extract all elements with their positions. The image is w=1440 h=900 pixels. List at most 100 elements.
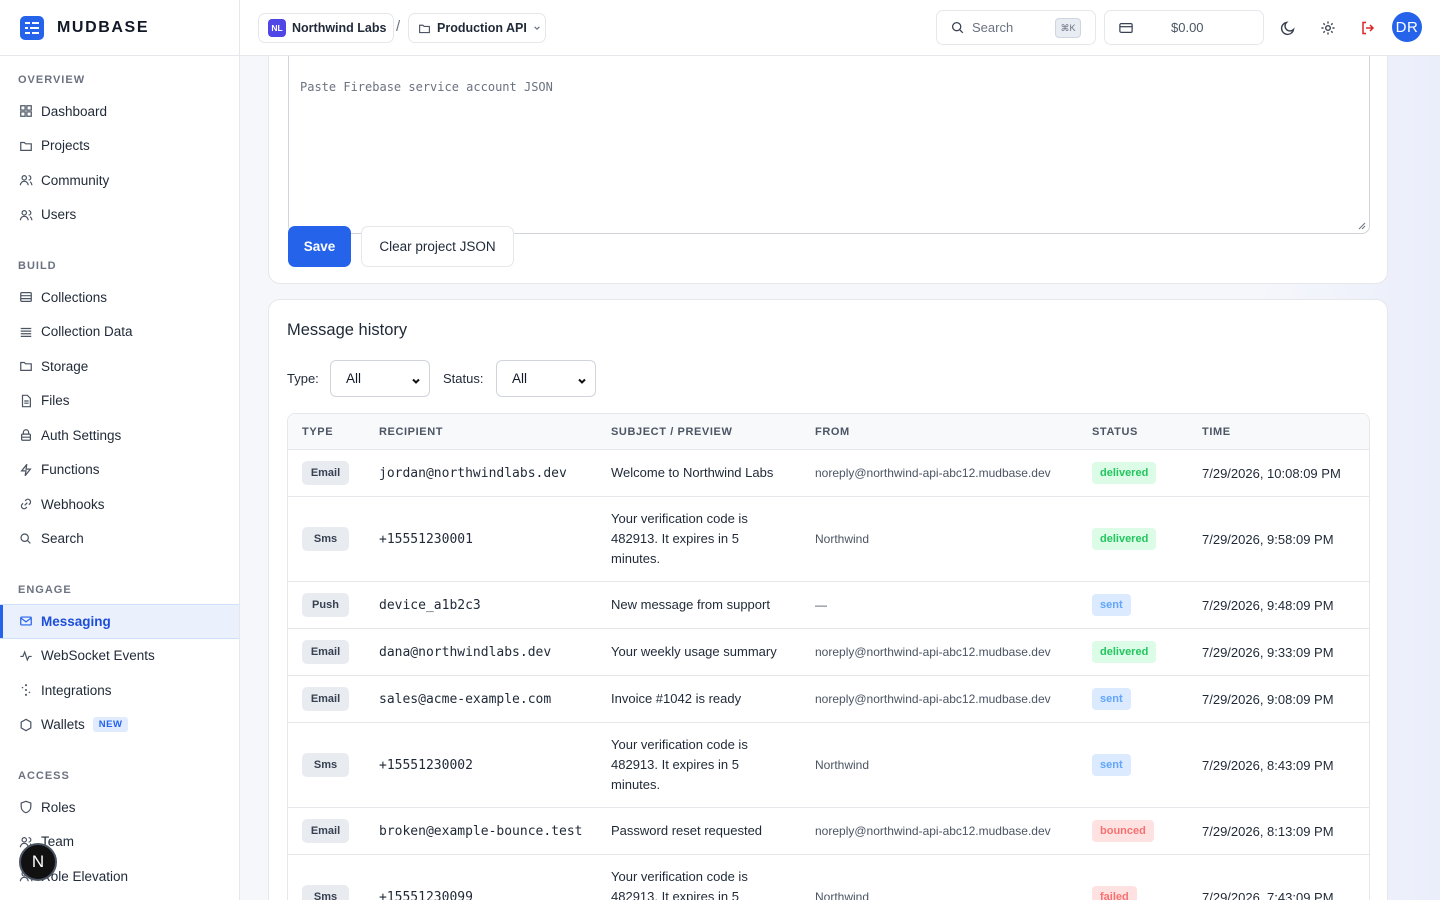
folder-icon — [418, 22, 431, 35]
save-button[interactable]: Save — [288, 226, 351, 267]
sidebar-item-collection-data[interactable]: Collection Data — [0, 315, 239, 350]
table-row[interactable]: Sms +15551230099 Your verification code is… — [288, 855, 1369, 900]
sidebar-item-dashboard[interactable]: Dashboard — [0, 94, 239, 129]
integrations-icon — [18, 683, 33, 698]
sidebar-item-api-keys[interactable]: API Keys — [0, 894, 239, 900]
search-icon — [951, 21, 964, 34]
project-name: Production API — [437, 21, 527, 35]
sidebar-item-wallets[interactable]: Wallets NEW — [0, 708, 239, 743]
status-badge-cell: delivered — [1092, 497, 1157, 581]
subject-preview-cell: Invoice #1042 is ready — [611, 676, 786, 722]
type-badge: Sms — [302, 753, 349, 777]
mail-icon — [18, 614, 33, 629]
sidebar-nav: OVERVIEW Dashboard Projects Community Users B… — [0, 56, 239, 900]
sidebar-item-roles[interactable]: Roles — [0, 790, 239, 825]
column-header: RECIPIENT — [379, 426, 444, 438]
timestamp: 7/29/2026, 9:58:09 PM — [1202, 531, 1334, 547]
recipient-cell: +15551230002 — [379, 723, 473, 807]
status-badge-cell: delivered — [1092, 629, 1157, 675]
hexagon-icon — [18, 717, 33, 732]
sidebar-item-files[interactable]: Files — [0, 384, 239, 419]
sidebar-item-label: Integrations — [41, 682, 112, 698]
topbar: NL Northwind Labs / Production API Searc… — [240, 0, 1440, 56]
status-badge-cell: sent — [1092, 723, 1131, 807]
search-icon — [18, 531, 33, 546]
table-row[interactable]: Sms +15551230002 Your verification code is… — [288, 723, 1369, 808]
sidebar-item-label: Storage — [41, 358, 89, 374]
users-icon — [18, 173, 33, 188]
type-filter-select[interactable]: All — [330, 360, 430, 397]
resize-handle-icon[interactable] — [1358, 222, 1366, 230]
users-icon — [18, 207, 33, 222]
timestamp: 7/29/2026, 8:43:09 PM — [1202, 757, 1334, 773]
sidebar-item-messaging[interactable]: Messaging — [0, 604, 239, 639]
column-header: TYPE — [302, 426, 334, 438]
recipient-cell: dana@northwindlabs.dev — [379, 629, 551, 675]
project-switcher[interactable]: Production API — [408, 13, 546, 43]
sidebar-item-projects[interactable]: Projects — [0, 129, 239, 164]
table-body: Email jordan@northwindlabs.dev Welcome to … — [288, 450, 1369, 900]
column-header: SUBJECT / PREVIEW — [611, 426, 733, 438]
message-history-table: TYPE RECIPIENT SUBJECT / PREVIEW FROM STATUS… — [287, 413, 1370, 900]
subject-preview-cell: Your verification code is 482913. It exp… — [611, 723, 786, 807]
table-row[interactable]: Email jordan@northwindlabs.dev Welcome to … — [288, 450, 1369, 497]
status-badge: delivered — [1092, 528, 1157, 550]
table-row[interactable]: Email sales@acme-example.com Invoice #1042… — [288, 676, 1369, 723]
column-header: STATUS — [1092, 426, 1138, 438]
subject-preview: Your verification code is 482913. It exp… — [611, 737, 748, 792]
status-filter-select[interactable]: All — [496, 360, 596, 397]
timestamp-cell: 7/29/2026, 9:33:09 PM — [1202, 629, 1334, 675]
recipient: device_a1b2c3 — [379, 597, 481, 613]
status-badge-cell: delivered — [1092, 450, 1157, 496]
recipient: broken@example-bounce.test — [379, 823, 583, 839]
from-address: Northwind — [815, 532, 870, 546]
gear-icon[interactable] — [1317, 17, 1339, 39]
service-account-json-textarea[interactable]: Paste Firebase service account JSON — [288, 56, 1370, 234]
from-address-cell: Northwind — [815, 855, 869, 900]
type-badge-cell: Email — [302, 450, 349, 496]
new-badge: NEW — [92, 717, 129, 733]
sidebar-item-auth-settings[interactable]: Auth Settings — [0, 418, 239, 453]
chevron-down-icon — [411, 374, 421, 389]
folder-icon — [18, 138, 33, 153]
credit-balance[interactable]: $0.00 — [1104, 10, 1264, 45]
sidebar-item-websocket-events[interactable]: WebSocket Events — [0, 639, 239, 674]
sidebar-item-collections[interactable]: Collections — [0, 280, 239, 315]
breadcrumb-separator: / — [396, 18, 401, 35]
clear-project-json-button[interactable]: Clear project JSON — [361, 226, 514, 267]
recipient-cell: sales@acme-example.com — [379, 676, 551, 722]
sidebar-item-storage[interactable]: Storage — [0, 349, 239, 384]
status-badge: delivered — [1092, 641, 1157, 663]
table-row[interactable]: Email broken@example-bounce.test Password … — [288, 808, 1369, 855]
sidebar-item-community[interactable]: Community — [0, 163, 239, 198]
org-switcher[interactable]: NL Northwind Labs — [258, 13, 394, 43]
from-address: Northwind — [815, 758, 870, 772]
sidebar-item-search[interactable]: Search — [0, 522, 239, 557]
sidebar-item-integrations[interactable]: Integrations — [0, 673, 239, 708]
status-badge-cell: sent — [1092, 676, 1131, 722]
user-avatar[interactable]: DR — [1392, 12, 1422, 42]
table-row[interactable]: Sms +15551230001 Your verification code is… — [288, 497, 1369, 582]
global-search[interactable]: Search ⌘K — [936, 10, 1096, 45]
sidebar-item-label: Collections — [41, 289, 108, 305]
brand[interactable]: MUDBASE — [0, 0, 239, 56]
sidebar: MUDBASE OVERVIEW Dashboard Projects Communi… — [0, 0, 240, 900]
sidebar-item-functions[interactable]: Functions — [0, 453, 239, 488]
subject-preview-cell: Your verification code is 482913. It exp… — [611, 497, 786, 581]
nav-section-title: ACCESS — [18, 770, 70, 782]
from-address: noreply@northwind-api-abc12.mudbase.dev — [815, 466, 1051, 480]
assistant-fab-button[interactable]: N — [19, 843, 57, 881]
moon-icon[interactable] — [1277, 17, 1299, 39]
table-header: TYPE RECIPIENT SUBJECT / PREVIEW FROM STATUS… — [288, 414, 1369, 450]
timestamp-cell: 7/29/2026, 9:58:09 PM — [1202, 497, 1334, 581]
recipient-cell: +15551230001 — [379, 497, 473, 581]
type-badge: Email — [302, 687, 349, 711]
sidebar-item-webhooks[interactable]: Webhooks — [0, 487, 239, 522]
subject-preview: Your verification code is 482913. It exp… — [611, 511, 748, 566]
table-row[interactable]: Push device_a1b2c3 New message from suppor… — [288, 582, 1369, 629]
from-address-cell: Northwind — [815, 723, 869, 807]
sidebar-item-label: Wallets — [41, 717, 85, 733]
table-row[interactable]: Email dana@northwindlabs.dev Your weekly u… — [288, 629, 1369, 676]
sidebar-item-users[interactable]: Users — [0, 198, 239, 233]
logout-icon[interactable] — [1357, 17, 1379, 39]
